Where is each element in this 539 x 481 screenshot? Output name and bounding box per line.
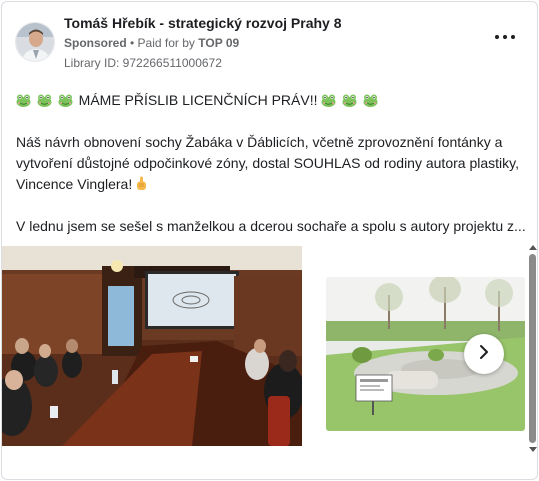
paragraph-2: V lednu jsem se sešel s manželkou a dcer…: [16, 218, 526, 234]
frog-emoji-icon: [342, 92, 357, 107]
ad-card: Tomáš Hřebík - strategický rozvoj Prahy …: [1, 1, 538, 480]
page-name[interactable]: Tomáš Hřebík - strategický rozvoj Prahy …: [64, 15, 342, 31]
more-options-icon[interactable]: [495, 30, 515, 44]
frog-emoji-icon: [58, 92, 73, 107]
scroll-thumb[interactable]: [529, 254, 536, 443]
scroll-down-arrow-icon[interactable]: [527, 445, 537, 455]
avatar[interactable]: [15, 22, 55, 62]
paragraph-1: Náš návrh obnovení sochy Žabáka v Ďáblic…: [16, 132, 526, 195]
meeting-room-photo[interactable]: [2, 246, 302, 446]
library-id: Library ID: 972266511000672: [64, 56, 222, 70]
sponsored-label: Sponsored: [64, 36, 127, 50]
payer-name[interactable]: TOP 09: [198, 36, 239, 50]
headline-line: MÁME PŘÍSLIB LICENČNÍCH PRÁV!!: [16, 90, 526, 111]
chevron-right-icon: [478, 344, 490, 365]
sponsored-line: Sponsored • Paid for by TOP 09: [64, 36, 239, 50]
scroll-up-arrow-icon[interactable]: [527, 242, 537, 252]
next-slide-button[interactable]: [464, 334, 504, 374]
frog-emoji-icon: [321, 92, 336, 107]
meta-separator: •: [126, 36, 138, 50]
raised-finger-emoji-icon: [135, 176, 148, 191]
frog-emoji-icon: [16, 92, 31, 107]
paragraph-1-text: Náš návrh obnovení sochy Žabáka v Ďáblic…: [16, 134, 519, 192]
frog-emoji-icon: [363, 92, 378, 107]
image-carousel[interactable]: [2, 246, 525, 446]
post-body: MÁME PŘÍSLIB LICENČNÍCH PRÁV!! Náš návrh…: [16, 90, 526, 258]
scrollbar[interactable]: [527, 242, 537, 457]
headline-text: MÁME PŘÍSLIB LICENČNÍCH PRÁV!!: [78, 92, 318, 108]
image-caption: [324, 446, 326, 452]
frog-emoji-icon: [37, 92, 52, 107]
paid-for-by-prefix: Paid for by: [137, 36, 199, 50]
